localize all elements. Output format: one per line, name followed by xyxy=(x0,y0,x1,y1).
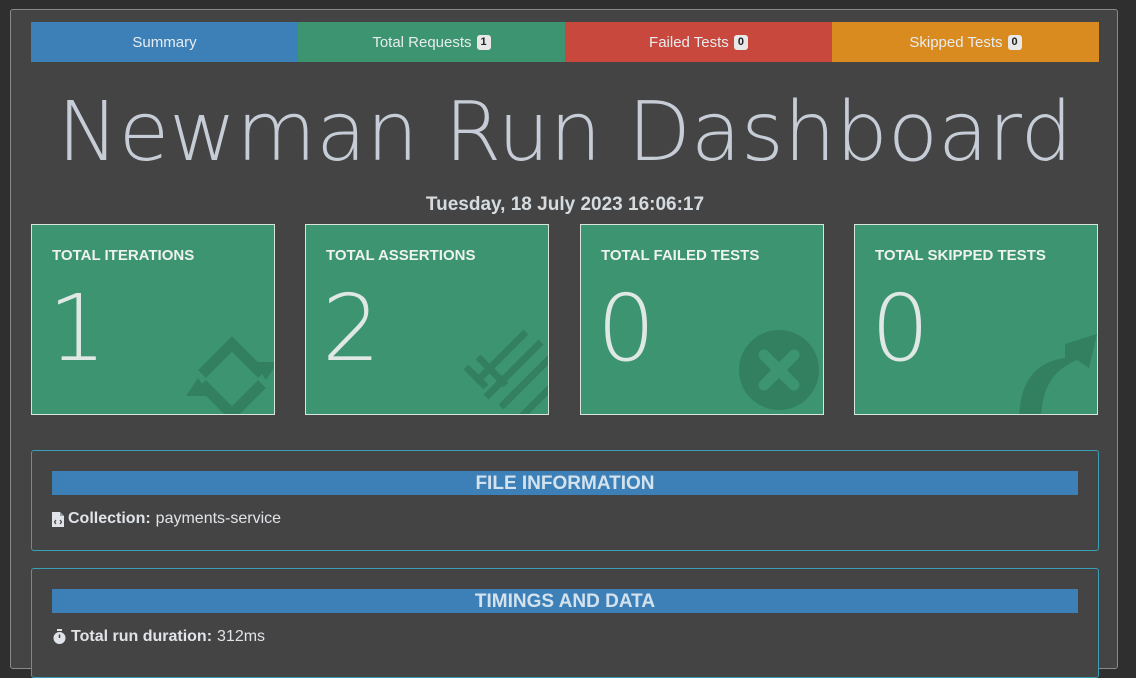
collection-label: Collection: xyxy=(68,510,151,527)
share-arrow-icon xyxy=(1019,334,1097,414)
card-value: 0 xyxy=(871,275,930,382)
tab-skipped-tests[interactable]: Skipped Tests 0 xyxy=(832,22,1099,62)
card-total-iterations: TOTAL ITERATIONS 1 xyxy=(31,224,275,415)
tab-failed-tests[interactable]: Failed Tests 0 xyxy=(565,22,832,62)
page-title: Newman Run Dashboard xyxy=(57,85,1073,180)
card-label: TOTAL ITERATIONS xyxy=(52,247,195,264)
failed-tests-badge: 0 xyxy=(733,34,748,50)
card-label: TOTAL SKIPPED TESTS xyxy=(875,247,1046,264)
run-duration-value: 312ms xyxy=(217,628,266,645)
card-total-failed-tests: TOTAL FAILED TESTS 0 xyxy=(580,224,824,415)
nav-tabs: Summary Total Requests 1 Failed Tests 0 … xyxy=(31,22,1099,62)
card-value: 1 xyxy=(48,275,107,382)
tab-failed-tests-label: Failed Tests xyxy=(649,33,729,51)
summary-cards: TOTAL ITERATIONS 1 TOTAL ASSERTIONS 2 TO… xyxy=(31,224,1099,416)
skipped-tests-badge: 0 xyxy=(1007,34,1022,50)
card-total-skipped-tests: TOTAL SKIPPED TESTS 0 xyxy=(854,224,1098,415)
sync-icon xyxy=(186,336,274,414)
run-timestamp: Tuesday, 18 July 2023 16:06:17 xyxy=(425,194,705,215)
total-requests-badge: 1 xyxy=(476,34,491,50)
stripes-icon xyxy=(463,329,548,414)
tab-skipped-tests-label: Skipped Tests xyxy=(909,33,1003,51)
x-circle-icon xyxy=(739,330,819,410)
card-total-assertions: TOTAL ASSERTIONS 2 xyxy=(305,224,549,415)
tab-summary-label: Summary xyxy=(132,33,197,51)
card-label: TOTAL ASSERTIONS xyxy=(326,247,476,264)
collection-row: Collection: payments-service xyxy=(52,510,281,528)
timings-and-data-panel: TIMINGS AND DATA Total run duration: 312… xyxy=(31,568,1099,678)
file-code-icon xyxy=(52,511,64,527)
run-duration-label: Total run duration: xyxy=(71,628,213,645)
collection-value: payments-service xyxy=(155,510,282,527)
card-value: 2 xyxy=(322,275,381,382)
dashboard-container: Summary Total Requests 1 Failed Tests 0 … xyxy=(10,9,1118,678)
panel-heading: TIMINGS AND DATA xyxy=(52,589,1078,613)
tab-total-requests[interactable]: Total Requests 1 xyxy=(298,22,565,62)
run-duration-row: Total run duration: 312ms xyxy=(52,628,265,646)
card-label: TOTAL FAILED TESTS xyxy=(601,247,760,264)
tab-summary[interactable]: Summary xyxy=(31,22,298,62)
panel-heading: FILE INFORMATION xyxy=(52,471,1078,495)
tab-total-requests-label: Total Requests xyxy=(372,33,472,51)
stopwatch-icon xyxy=(53,629,66,644)
card-value: 0 xyxy=(597,275,656,382)
file-information-panel: FILE INFORMATION Collection: payments-se… xyxy=(31,450,1099,551)
